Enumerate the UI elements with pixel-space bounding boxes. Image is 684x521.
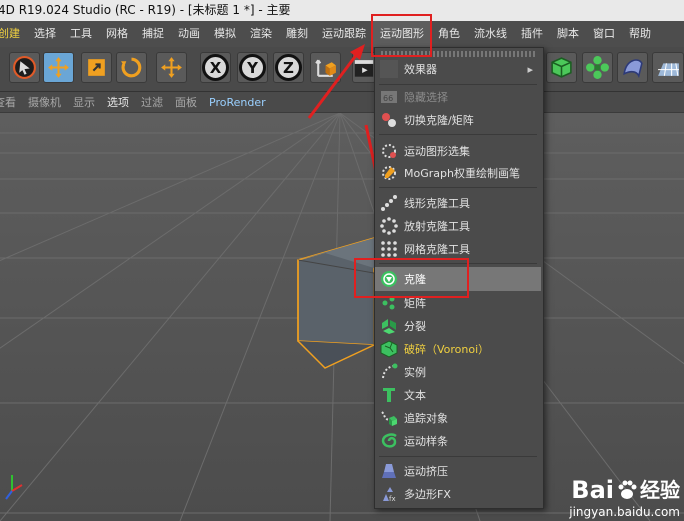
- svg-text:fx: fx: [389, 495, 396, 503]
- menu-separator: [379, 187, 537, 188]
- watermark-brand-suffix: 经验: [640, 478, 680, 502]
- submenu-arrow-icon: ▸: [527, 62, 533, 76]
- voronoi-fracture-icon: [378, 339, 400, 359]
- mograph-selection-icon: [378, 141, 400, 161]
- menu-separator: [379, 456, 537, 457]
- paw-logo-icon: [616, 479, 638, 501]
- text-t-icon: [378, 385, 400, 405]
- radial-clone-icon: [378, 216, 400, 236]
- hide-selection-icon: 66: [378, 87, 400, 107]
- fracture-icon: [378, 316, 400, 336]
- menu-item-fracture[interactable]: 分裂: [375, 315, 541, 337]
- menu-item-tracer[interactable]: 追踪对象: [375, 407, 541, 429]
- menu-item-moextrude[interactable]: 运动挤压: [375, 460, 541, 482]
- menu-item-mospline[interactable]: 运动样条: [375, 430, 541, 452]
- svg-text:66: 66: [383, 94, 393, 103]
- menu-item-toggle-clone[interactable]: 切换克隆/矩阵: [375, 109, 541, 131]
- menu-item-grid-clone-tool[interactable]: 网格克隆工具: [375, 238, 541, 260]
- menu-separator: [379, 84, 537, 85]
- menu-item-polyfx[interactable]: fx 多边形FX: [375, 483, 541, 505]
- menu-item-effector[interactable]: 效果器 ▸: [375, 58, 541, 80]
- polyfx-icon: fx: [378, 484, 400, 504]
- mospline-icon: [378, 431, 400, 451]
- highlight-box-clone-item: [354, 258, 469, 298]
- toggle-clone-icon: [378, 110, 400, 130]
- menu-item-voronoi-fracture[interactable]: 破碎（Voronoi）: [375, 338, 541, 360]
- grid-clone-icon: [378, 239, 400, 259]
- menu-item-mograph-selection[interactable]: 运动图形选集: [375, 140, 541, 162]
- moextrude-icon: [378, 461, 400, 481]
- menu-item-hide-selection[interactable]: 66 隐藏选择: [375, 86, 541, 108]
- baidu-jingyan-watermark: Bai 经验 jingyan.baidu.com: [569, 477, 680, 519]
- menu-item-linear-clone-tool[interactable]: 线形克隆工具: [375, 192, 541, 214]
- watermark-brand: Bai: [571, 476, 614, 504]
- watermark-url: jingyan.baidu.com: [569, 505, 680, 519]
- menu-separator: [379, 134, 537, 135]
- tracer-icon: [378, 408, 400, 428]
- menu-item-text[interactable]: 文本: [375, 384, 541, 406]
- linear-clone-icon: [378, 193, 400, 213]
- highlight-box-mograph-menu: [371, 14, 432, 57]
- annotation-arrows: [307, 44, 390, 215]
- instance-icon: [378, 362, 400, 382]
- weight-paint-brush-icon: [378, 163, 400, 183]
- effector-icon: [378, 59, 400, 79]
- menu-item-radial-clone-tool[interactable]: 放射克隆工具: [375, 215, 541, 237]
- menu-item-instance[interactable]: 实例: [375, 361, 541, 383]
- menu-item-mograph-weight-paint[interactable]: MoGraph权重绘制画笔: [375, 162, 541, 184]
